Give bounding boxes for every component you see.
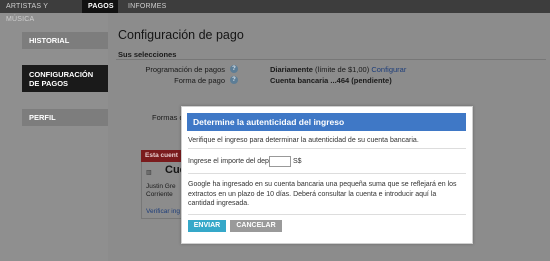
dialog-explanation: Google ha ingresado en su cuenta bancari… xyxy=(188,181,457,207)
schedule-frequency: Diariamente xyxy=(270,65,313,74)
configure-link[interactable]: Configurar xyxy=(371,65,406,74)
page-title: Configuración de pago xyxy=(118,28,244,42)
dialog-divider xyxy=(188,173,466,174)
schedule-limit: (límite de $1,00) xyxy=(315,65,370,74)
top-navigation: ARTISTAS Y MÚSICA PAGOS INFORMES xyxy=(0,0,550,23)
dialog-intro: Verifique el ingreso para determinar la … xyxy=(188,137,419,144)
currency-label: S$ xyxy=(293,158,302,165)
dialog-divider xyxy=(188,214,466,215)
divider xyxy=(116,59,546,60)
account-alert-bar: Esta cuent xyxy=(141,150,185,162)
bank-icon: ▥ xyxy=(146,170,152,176)
cancel-button[interactable]: CANCELAR xyxy=(230,220,282,232)
schedule-value: Diariamente (límite de $1,00) Configurar xyxy=(270,65,406,74)
tab-artists-music[interactable]: ARTISTAS Y MÚSICA xyxy=(0,0,76,23)
help-icon[interactable]: ? xyxy=(230,65,238,73)
tab-payments[interactable]: PAGOS xyxy=(82,0,118,13)
sidebar-item-history[interactable]: HISTORIAL xyxy=(22,32,108,49)
verify-deposit-link[interactable]: Verificar ing xyxy=(146,208,180,215)
dialog-title: Determine la autenticidad del ingreso xyxy=(187,113,466,131)
verify-deposit-dialog: Determine la autenticidad del ingreso Ve… xyxy=(181,106,473,244)
amount-label: Ingrese el importe del dep xyxy=(188,158,269,165)
sidebar-item-payment-settings[interactable]: CONFIGURACIÓN DE PAGOS xyxy=(22,65,108,92)
tab-reports[interactable]: INFORMES xyxy=(122,0,170,13)
selections-heading: Sus selecciones xyxy=(118,50,177,59)
sidebar-item-profile[interactable]: PERFIL xyxy=(22,109,108,126)
dialog-divider xyxy=(188,148,466,149)
payment-method-label: Forma de pago xyxy=(174,76,225,85)
other-methods-label: Formas d xyxy=(152,113,184,122)
schedule-label: Programación de pagos xyxy=(145,65,225,74)
help-icon[interactable]: ? xyxy=(230,76,238,84)
submit-button[interactable]: ENVIAR xyxy=(188,220,226,232)
amount-input[interactable] xyxy=(269,156,291,167)
account-type: Corriente xyxy=(146,191,173,198)
payment-method-value: Cuenta bancaria ...464 (pendiente) xyxy=(270,76,392,85)
account-holder: Justin Gre xyxy=(146,183,176,190)
